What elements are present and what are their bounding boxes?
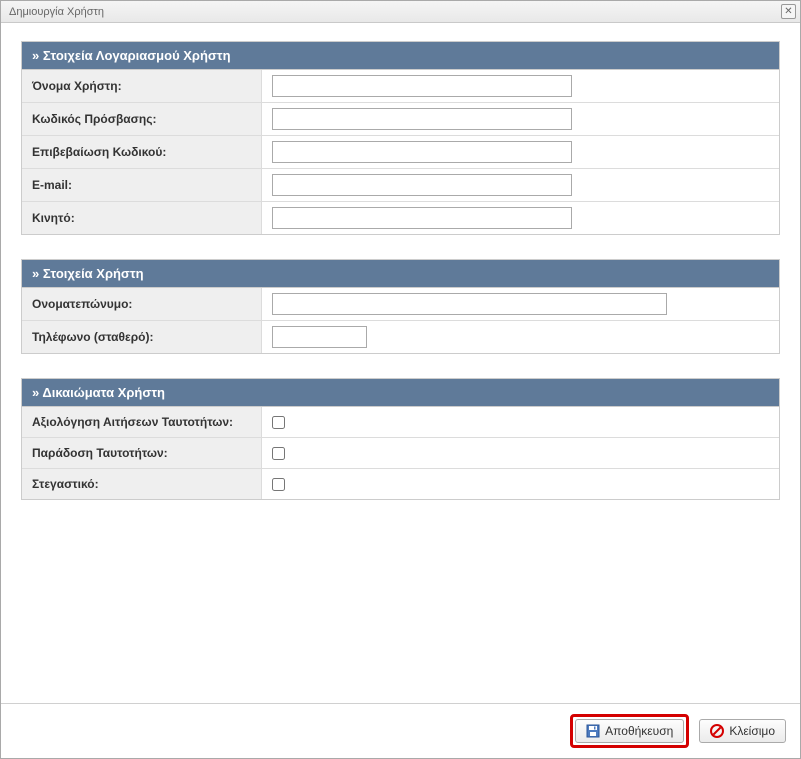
- row-email: E-mail:: [22, 169, 779, 202]
- label-housing: Στεγαστικό:: [22, 469, 262, 499]
- row-fullname: Ονοματεπώνυμο:: [22, 288, 779, 321]
- username-input[interactable]: [272, 75, 572, 97]
- label-fullname: Ονοματεπώνυμο:: [22, 288, 262, 320]
- fullname-input[interactable]: [272, 293, 667, 315]
- save-icon: [586, 724, 600, 738]
- dialog-window: Δημιουργία Χρήστη ✕ » Στοιχεία Λογαριασμ…: [0, 0, 801, 759]
- close-icon: ✕: [784, 7, 792, 17]
- save-button[interactable]: Αποθήκευση: [575, 719, 684, 743]
- email-input[interactable]: [272, 174, 572, 196]
- field-email: [262, 169, 779, 201]
- close-button[interactable]: Κλείσιμο: [699, 719, 786, 743]
- label-password: Κωδικός Πρόσβασης:: [22, 103, 262, 135]
- field-fullname: [262, 288, 779, 320]
- section-rights-header: » Δικαιώματα Χρήστη: [22, 379, 779, 407]
- field-housing: [262, 469, 779, 499]
- password-input[interactable]: [272, 108, 572, 130]
- label-delivery: Παράδοση Ταυτοτήτων:: [22, 438, 262, 468]
- titlebar: Δημιουργία Χρήστη ✕: [1, 1, 800, 23]
- row-housing: Στεγαστικό:: [22, 469, 779, 499]
- row-confirm: Επιβεβαίωση Κωδικού:: [22, 136, 779, 169]
- window-close-button[interactable]: ✕: [781, 4, 796, 19]
- label-phone: Τηλέφωνο (σταθερό):: [22, 321, 262, 353]
- row-username: Όνομα Χρήστη:: [22, 70, 779, 103]
- footer: Αποθήκευση Κλείσιμο: [1, 703, 800, 758]
- close-button-label: Κλείσιμο: [729, 724, 775, 738]
- field-password: [262, 103, 779, 135]
- row-mobile: Κινητό:: [22, 202, 779, 234]
- field-username: [262, 70, 779, 102]
- phone-input[interactable]: [272, 326, 367, 348]
- eval-checkbox[interactable]: [272, 416, 285, 429]
- label-username: Όνομα Χρήστη:: [22, 70, 262, 102]
- row-password: Κωδικός Πρόσβασης:: [22, 103, 779, 136]
- field-delivery: [262, 438, 779, 468]
- section-user: » Στοιχεία Χρήστη Ονοματεπώνυμο: Τηλέφων…: [21, 259, 780, 354]
- save-button-label: Αποθήκευση: [605, 724, 673, 738]
- confirm-password-input[interactable]: [272, 141, 572, 163]
- section-user-header: » Στοιχεία Χρήστη: [22, 260, 779, 288]
- section-rights: » Δικαιώματα Χρήστη Αξιολόγηση Αιτήσεων …: [21, 378, 780, 500]
- field-phone: [262, 321, 779, 353]
- cancel-icon: [710, 724, 724, 738]
- field-eval: [262, 407, 779, 437]
- row-phone: Τηλέφωνο (σταθερό):: [22, 321, 779, 353]
- content-area: » Στοιχεία Λογαριασμού Χρήστη Όνομα Χρήσ…: [1, 23, 800, 703]
- label-confirm: Επιβεβαίωση Κωδικού:: [22, 136, 262, 168]
- mobile-input[interactable]: [272, 207, 572, 229]
- field-mobile: [262, 202, 779, 234]
- field-confirm: [262, 136, 779, 168]
- section-account-header: » Στοιχεία Λογαριασμού Χρήστη: [22, 42, 779, 70]
- label-mobile: Κινητό:: [22, 202, 262, 234]
- delivery-checkbox[interactable]: [272, 447, 285, 460]
- section-account: » Στοιχεία Λογαριασμού Χρήστη Όνομα Χρήσ…: [21, 41, 780, 235]
- window-title: Δημιουργία Χρήστη: [9, 6, 104, 18]
- row-eval: Αξιολόγηση Αιτήσεων Ταυτοτήτων:: [22, 407, 779, 438]
- label-eval: Αξιολόγηση Αιτήσεων Ταυτοτήτων:: [22, 407, 262, 437]
- row-delivery: Παράδοση Ταυτοτήτων:: [22, 438, 779, 469]
- label-email: E-mail:: [22, 169, 262, 201]
- housing-checkbox[interactable]: [272, 478, 285, 491]
- save-highlight-box: Αποθήκευση: [570, 714, 689, 748]
